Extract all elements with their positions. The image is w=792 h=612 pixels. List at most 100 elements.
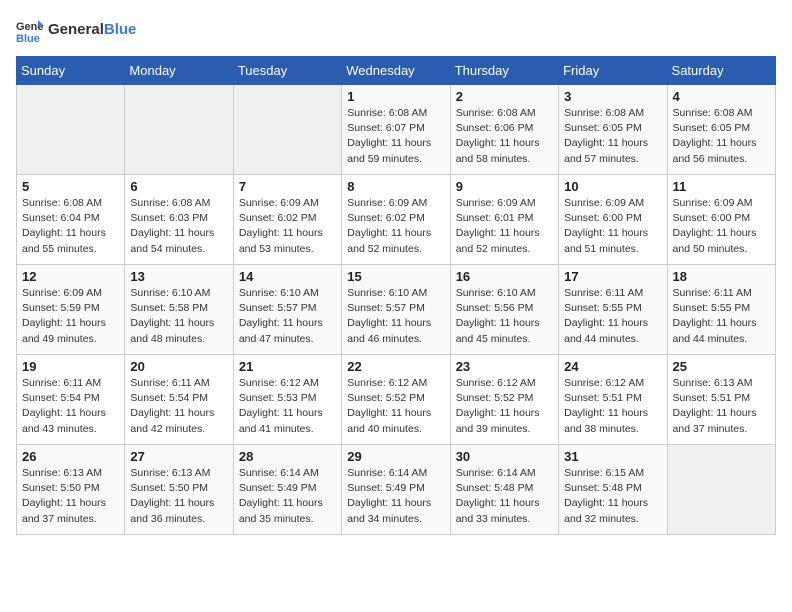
calendar-cell: 25Sunrise: 6:13 AM Sunset: 5:51 PM Dayli… [667,355,775,445]
day-info: Sunrise: 6:09 AM Sunset: 6:02 PM Dayligh… [347,196,444,257]
day-info: Sunrise: 6:10 AM Sunset: 5:57 PM Dayligh… [347,286,444,347]
day-info: Sunrise: 6:11 AM Sunset: 5:55 PM Dayligh… [564,286,661,347]
day-info: Sunrise: 6:08 AM Sunset: 6:05 PM Dayligh… [564,106,661,167]
calendar-cell: 27 Sunrise: 6:13 AM Sunset: 5:50 PM Dayli… [125,445,233,535]
day-number: 19 [22,359,119,374]
day-info: Sunrise: 6:10 AM Sunset: 5:58 PM Dayligh… [130,286,227,347]
day-info: Sunrise: 6:09 AM Sunset: 6:00 PM Dayligh… [673,196,770,257]
calendar-cell: 11 Sunrise: 6:09 AM Sunset: 6:00 PM Dayli… [667,175,775,265]
calendar-cell: 13Sunrise: 6:10 AM Sunset: 5:58 PM Dayli… [125,265,233,355]
calendar-cell: 2 Sunrise: 6:08 AM Sunset: 6:06 PM Daylig… [450,85,558,175]
day-info: Sunrise: 6:09 AM Sunset: 5:59 PM Dayligh… [22,286,119,347]
day-info: Sunrise: 6:14 AM Sunset: 5:48 PM Dayligh… [456,466,553,527]
day-number: 23 [456,359,553,374]
logo: General Blue GeneralBlue [16,16,136,44]
calendar-cell: 4 Sunrise: 6:08 AM Sunset: 6:05 PM Daylig… [667,85,775,175]
calendar-cell: 8 Sunrise: 6:09 AM Sunset: 6:02 PM Daylig… [342,175,450,265]
day-info: Sunrise: 6:15 AM Sunset: 5:48 PM Dayligh… [564,466,661,527]
calendar-cell: 15 Sunrise: 6:10 AM Sunset: 5:57 PM Dayli… [342,265,450,355]
day-number: 30 [456,449,553,464]
calendar-cell: 1 Sunrise: 6:08 AM Sunset: 6:07 PM Daylig… [342,85,450,175]
logo-general-text: GeneralBlue [48,22,136,39]
day-number: 16 [456,269,553,284]
calendar-cell: 28 Sunrise: 6:14 AM Sunset: 5:49 PM Dayli… [233,445,341,535]
calendar-week-row: 26 Sunrise: 6:13 AM Sunset: 5:50 PM Dayli… [17,445,776,535]
calendar-cell: 18Sunrise: 6:11 AM Sunset: 5:55 PM Dayli… [667,265,775,355]
calendar-cell: 14 Sunrise: 6:10 AM Sunset: 5:57 PM Dayli… [233,265,341,355]
header-day-saturday: Saturday [667,57,775,85]
calendar-cell: 20 Sunrise: 6:11 AM Sunset: 5:54 PM Dayli… [125,355,233,445]
day-info: Sunrise: 6:10 AM Sunset: 5:57 PM Dayligh… [239,286,336,347]
day-info: Sunrise: 6:09 AM Sunset: 6:02 PM Dayligh… [239,196,336,257]
day-number: 4 [673,89,770,104]
day-info: Sunrise: 6:09 AM Sunset: 6:01 PM Dayligh… [456,196,553,257]
calendar-cell: 6Sunrise: 6:08 AM Sunset: 6:03 PM Daylig… [125,175,233,265]
day-info: Sunrise: 6:10 AM Sunset: 5:56 PM Dayligh… [456,286,553,347]
day-info: Sunrise: 6:13 AM Sunset: 5:50 PM Dayligh… [130,466,227,527]
day-number: 1 [347,89,444,104]
day-info: Sunrise: 6:13 AM Sunset: 5:50 PM Dayligh… [22,466,119,527]
day-number: 22 [347,359,444,374]
day-number: 7 [239,179,336,194]
day-number: 28 [239,449,336,464]
day-info: Sunrise: 6:14 AM Sunset: 5:49 PM Dayligh… [347,466,444,527]
calendar-cell: 17 Sunrise: 6:11 AM Sunset: 5:55 PM Dayli… [559,265,667,355]
calendar-cell: 31 Sunrise: 6:15 AM Sunset: 5:48 PM Dayli… [559,445,667,535]
day-info: Sunrise: 6:12 AM Sunset: 5:53 PM Dayligh… [239,376,336,437]
day-number: 14 [239,269,336,284]
day-info: Sunrise: 6:11 AM Sunset: 5:54 PM Dayligh… [22,376,119,437]
day-number: 9 [456,179,553,194]
day-info: Sunrise: 6:11 AM Sunset: 5:55 PM Dayligh… [673,286,770,347]
calendar-cell: 7 Sunrise: 6:09 AM Sunset: 6:02 PM Daylig… [233,175,341,265]
day-info: Sunrise: 6:12 AM Sunset: 5:51 PM Dayligh… [564,376,661,437]
day-info: Sunrise: 6:11 AM Sunset: 5:54 PM Dayligh… [130,376,227,437]
calendar-cell: 19 Sunrise: 6:11 AM Sunset: 5:54 PM Dayli… [17,355,125,445]
calendar-header-row: SundayMondayTuesdayWednesdayThursdayFrid… [17,57,776,85]
day-info: Sunrise: 6:14 AM Sunset: 5:49 PM Dayligh… [239,466,336,527]
svg-text:Blue: Blue [16,33,40,44]
calendar-cell: 21 Sunrise: 6:12 AM Sunset: 5:53 PM Dayli… [233,355,341,445]
day-number: 6 [130,179,227,194]
day-number: 29 [347,449,444,464]
day-info: Sunrise: 6:08 AM Sunset: 6:05 PM Dayligh… [673,106,770,167]
day-number: 2 [456,89,553,104]
header-day-wednesday: Wednesday [342,57,450,85]
header-day-sunday: Sunday [17,57,125,85]
calendar-cell: 30 Sunrise: 6:14 AM Sunset: 5:48 PM Dayli… [450,445,558,535]
day-info: Sunrise: 6:08 AM Sunset: 6:06 PM Dayligh… [456,106,553,167]
day-number: 3 [564,89,661,104]
calendar-cell: 24Sunrise: 6:12 AM Sunset: 5:51 PM Dayli… [559,355,667,445]
day-number: 8 [347,179,444,194]
day-info: Sunrise: 6:12 AM Sunset: 5:52 PM Dayligh… [456,376,553,437]
day-info: Sunrise: 6:08 AM Sunset: 6:07 PM Dayligh… [347,106,444,167]
day-number: 21 [239,359,336,374]
day-number: 26 [22,449,119,464]
header-day-friday: Friday [559,57,667,85]
calendar-cell [125,85,233,175]
header-day-tuesday: Tuesday [233,57,341,85]
calendar-week-row: 12Sunrise: 6:09 AM Sunset: 5:59 PM Dayli… [17,265,776,355]
logo-icon: General Blue [16,16,44,44]
calendar-cell: 16 Sunrise: 6:10 AM Sunset: 5:56 PM Dayli… [450,265,558,355]
day-number: 15 [347,269,444,284]
calendar-week-row: 19 Sunrise: 6:11 AM Sunset: 5:54 PM Dayli… [17,355,776,445]
calendar-cell: 29 Sunrise: 6:14 AM Sunset: 5:49 PM Dayli… [342,445,450,535]
header-day-thursday: Thursday [450,57,558,85]
calendar-cell: 10Sunrise: 6:09 AM Sunset: 6:00 PM Dayli… [559,175,667,265]
day-info: Sunrise: 6:08 AM Sunset: 6:04 PM Dayligh… [22,196,119,257]
calendar-cell [667,445,775,535]
calendar-cell: 23 Sunrise: 6:12 AM Sunset: 5:52 PM Dayli… [450,355,558,445]
day-number: 11 [673,179,770,194]
day-number: 10 [564,179,661,194]
calendar-week-row: 1 Sunrise: 6:08 AM Sunset: 6:07 PM Daylig… [17,85,776,175]
calendar-week-row: 5Sunrise: 6:08 AM Sunset: 6:04 PM Daylig… [17,175,776,265]
calendar-cell [233,85,341,175]
day-number: 17 [564,269,661,284]
day-number: 27 [130,449,227,464]
calendar-cell: 22 Sunrise: 6:12 AM Sunset: 5:52 PM Dayli… [342,355,450,445]
day-number: 20 [130,359,227,374]
calendar-cell: 9 Sunrise: 6:09 AM Sunset: 6:01 PM Daylig… [450,175,558,265]
day-info: Sunrise: 6:12 AM Sunset: 5:52 PM Dayligh… [347,376,444,437]
day-info: Sunrise: 6:13 AM Sunset: 5:51 PM Dayligh… [673,376,770,437]
day-number: 31 [564,449,661,464]
